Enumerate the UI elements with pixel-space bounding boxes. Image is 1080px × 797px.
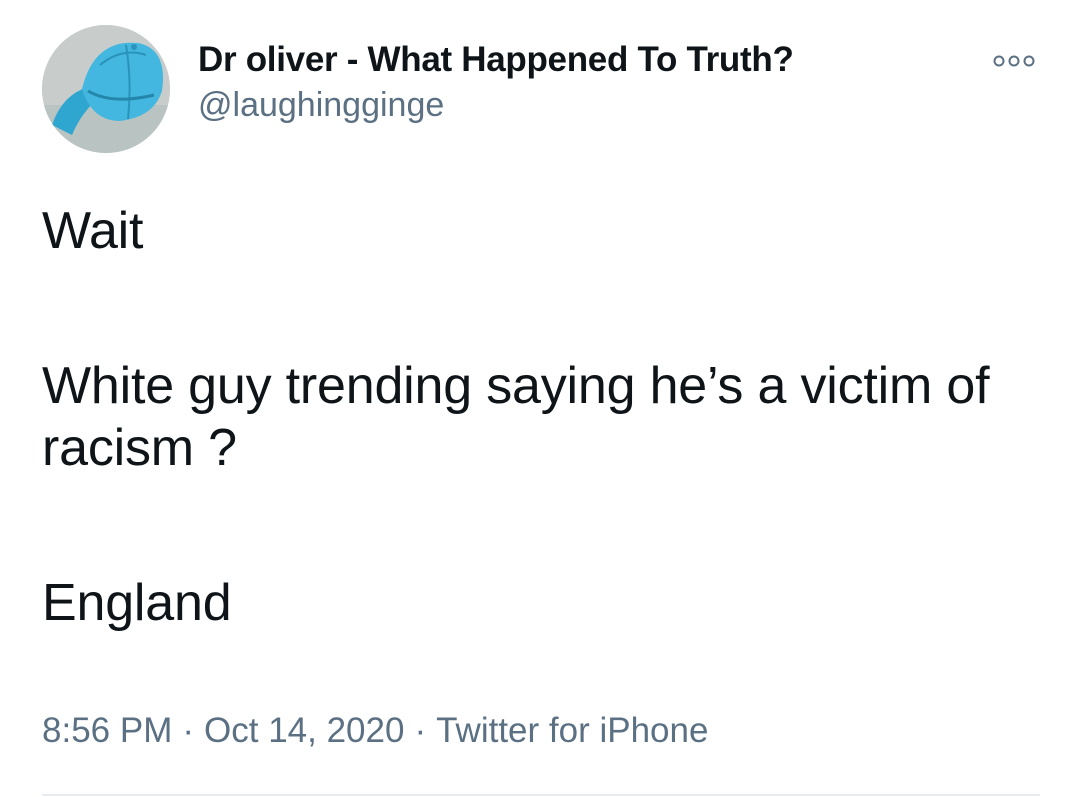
display-name[interactable]: Dr oliver - What Happened To Truth? — [198, 38, 794, 82]
tweet-time[interactable]: 8:56 PM — [42, 711, 172, 750]
meta-separator: · — [182, 711, 195, 750]
tweet-date[interactable]: Oct 14, 2020 — [204, 711, 404, 750]
divider — [42, 794, 1040, 796]
avatar[interactable] — [42, 25, 170, 153]
tweet-source[interactable]: Twitter for iPhone — [436, 711, 708, 750]
meta-separator: · — [414, 711, 427, 750]
tweet-paragraph: England — [42, 574, 232, 632]
tweet-card: Dr oliver - What Happened To Truth? @lau… — [0, 0, 1080, 797]
blue-cap-photo-icon — [42, 25, 170, 153]
tweet-paragraph: Wait — [42, 202, 144, 260]
tweet-text: Wait White guy trending saying he’s a vi… — [42, 200, 1002, 634]
user-handle[interactable]: @laughingginge — [198, 82, 794, 128]
author-block: Dr oliver - What Happened To Truth? @lau… — [198, 38, 794, 128]
more-options-icon — [993, 55, 1035, 67]
tweet-meta: 8:56 PM · Oct 14, 2020 · Twitter for iPhone — [42, 708, 708, 754]
tweet-paragraph: White guy trending saying he’s a victim … — [42, 357, 990, 477]
more-options-button[interactable] — [986, 45, 1042, 75]
